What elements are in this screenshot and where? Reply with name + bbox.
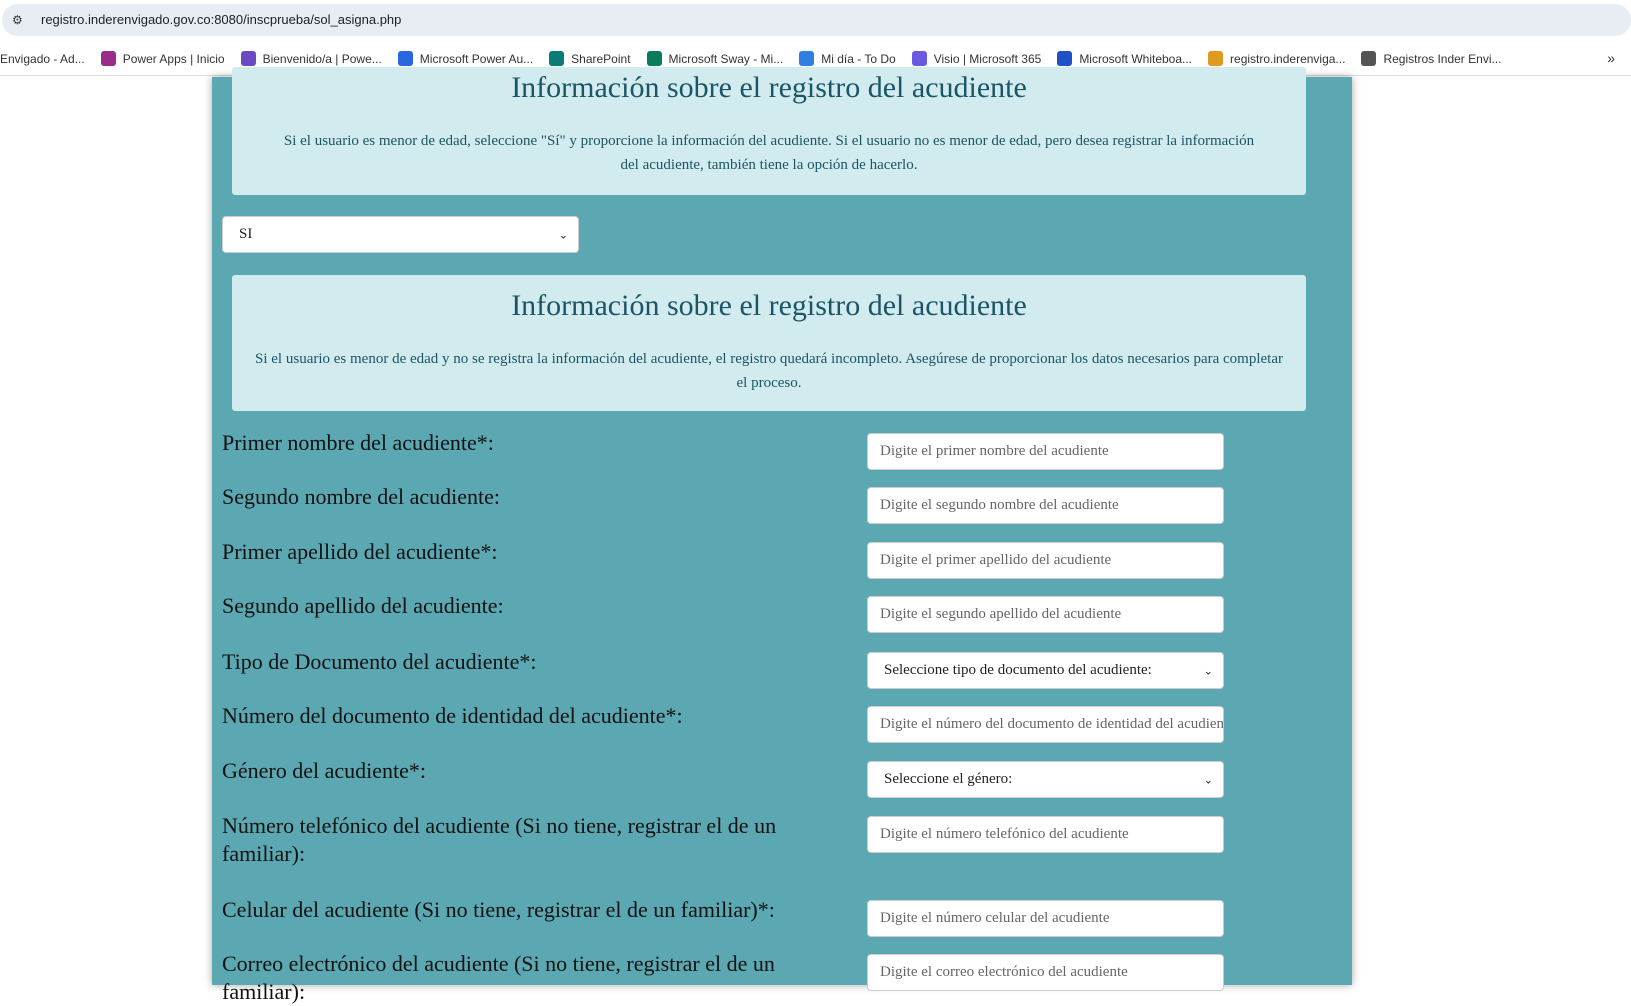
info-text: Si el usuario es menor de edad, seleccio… [283, 133, 1255, 173]
bookmark-label: SharePoint [571, 51, 631, 66]
bookmark-icon [397, 51, 413, 66]
url-text[interactable]: registro.inderenvigado.gov.co:8080/inscp… [41, 12, 401, 27]
field-label: Número del documento de identidad del ac… [222, 703, 683, 728]
input-placeholder: Digite el número celular del acudiente [880, 910, 1110, 926]
bookmark-item[interactable]: Microsoft Whiteboa... [1057, 51, 1192, 66]
field-label: Segundo nombre del acudiente: [222, 484, 500, 509]
bookmark-label: Microsoft Sway - Mi... [668, 51, 784, 66]
email-input[interactable]: Digite el correo electrónico del acudien… [867, 954, 1224, 991]
gender-select[interactable]: Seleccione el género: ⌄ [867, 761, 1224, 798]
field-label: Segundo apellido del acudiente: [222, 593, 504, 618]
select-value: Seleccione tipo de documento del acudien… [884, 662, 1152, 678]
bookmark-icon [911, 51, 927, 66]
field-label: Celular del acudiente (Si no tiene, regi… [222, 897, 775, 922]
bookmark-item[interactable]: registro.inderenviga... [1208, 51, 1345, 66]
input-placeholder: Digite el número del documento de identi… [880, 716, 1224, 732]
field-label: Número telefónico del acudiente (Si no t… [222, 813, 777, 866]
field-label: Tipo de Documento del acudiente*: [222, 649, 537, 674]
input-placeholder: Digite el correo electrónico del acudien… [880, 964, 1128, 980]
bookmark-label: Visio | Microsoft 365 [933, 51, 1042, 66]
input-placeholder: Digite el primer apellido del acudiente [880, 552, 1112, 568]
bookmark-label: Mi día - To Do [821, 51, 896, 66]
bookmark-icon [1208, 51, 1224, 66]
bookmark-label: Bienvenido/a | Powe... [262, 51, 382, 66]
input-placeholder: Digite el número telefónico del acudient… [880, 826, 1129, 842]
bookmark-icon [100, 51, 116, 66]
bookmark-icon [549, 51, 565, 66]
input-placeholder: Digite el segundo apellido del acudiente [880, 606, 1122, 622]
info-text: Si el usuario es menor de edad y no se r… [255, 351, 1283, 391]
bookmark-item[interactable]: Power Apps | Inicio [100, 51, 225, 66]
field-label: Correo electrónico del acudiente (Si no … [222, 951, 775, 1004]
bookmark-item[interactable]: Microsoft Power Au... [397, 51, 534, 66]
info-title: Información sobre el registro del acudie… [511, 289, 1027, 322]
document-number-input[interactable]: Digite el número del documento de identi… [867, 706, 1224, 743]
info-box-2: Información sobre el registro del acudie… [232, 275, 1306, 411]
bookmark-item[interactable]: Bienvenido/a | Powe... [240, 51, 382, 66]
second-name-input[interactable]: Digite el segundo nombre del acudiente [867, 487, 1224, 524]
bookmark-label: Microsoft Power Au... [419, 51, 534, 66]
cellphone-input[interactable]: Digite el número celular del acudiente [867, 900, 1224, 937]
info-title: Información sobre el registro del acudie… [511, 71, 1027, 104]
bookmark-icon [646, 51, 662, 66]
first-name-input[interactable]: Digite el primer nombre del acudiente [867, 433, 1224, 470]
bookmark-icon [799, 51, 815, 66]
chevron-down-icon: ⌄ [1203, 664, 1213, 677]
field-label: Primer nombre del acudiente*: [222, 430, 494, 455]
bookmark-icon [1361, 51, 1377, 66]
bookmark-item[interactable]: SharePoint [549, 51, 631, 66]
bookmark-label: Microsoft Whiteboa... [1079, 51, 1193, 66]
form-panel: Información sobre el registro del acudie… [212, 67, 1352, 1004]
first-surname-input[interactable]: Digite el primer apellido del acudiente [867, 542, 1224, 579]
address-bar: ⚙ registro.inderenvigado.gov.co:8080/ins… [0, 0, 1631, 40]
field-label: Primer apellido del acudiente*: [222, 539, 498, 564]
input-placeholder: Digite el segundo nombre del acudiente [880, 497, 1119, 513]
omnibox[interactable]: ⚙ registro.inderenvigado.gov.co:8080/ins… [2, 4, 1631, 36]
phone-input[interactable]: Digite el número telefónico del acudient… [867, 816, 1224, 853]
bookmark-label: Power Apps | Inicio [122, 51, 225, 66]
select-value: Seleccione el género: [884, 771, 1013, 787]
bookmark-item[interactable]: Visio | Microsoft 365 [911, 51, 1042, 66]
input-placeholder: Digite el primer nombre del acudiente [880, 443, 1109, 459]
chevron-down-icon: ⌄ [1203, 773, 1213, 786]
bookmark-icon [1057, 51, 1073, 66]
bookmark-label: Envigado - Ad... [0, 51, 85, 66]
more-bookmarks-button[interactable]: » [1607, 50, 1615, 66]
guardian-select[interactable]: SI ⌄ [222, 216, 579, 253]
bookmark-item[interactable]: Registros Inder Envi... [1361, 51, 1502, 66]
bookmark-icon [240, 51, 256, 66]
field-label: Género del acudiente*: [222, 758, 427, 783]
chevron-down-icon: ⌄ [558, 228, 568, 241]
bookmark-item[interactable]: Mi día - To Do [799, 51, 896, 66]
select-value: SI [239, 226, 253, 242]
second-surname-input[interactable]: Digite el segundo apellido del acudiente [867, 596, 1224, 633]
bookmark-label: Registros Inder Envi... [1383, 51, 1502, 66]
bookmark-label: registro.inderenviga... [1230, 51, 1346, 66]
info-box-1: Información sobre el registro del acudie… [232, 67, 1306, 195]
bookmark-item[interactable]: Microsoft Sway - Mi... [646, 51, 784, 66]
document-type-select[interactable]: Seleccione tipo de documento del acudien… [867, 652, 1224, 689]
site-settings-icon[interactable]: ⚙ [12, 13, 30, 27]
bookmark-item[interactable]: Envigado - Ad... [0, 52, 85, 66]
